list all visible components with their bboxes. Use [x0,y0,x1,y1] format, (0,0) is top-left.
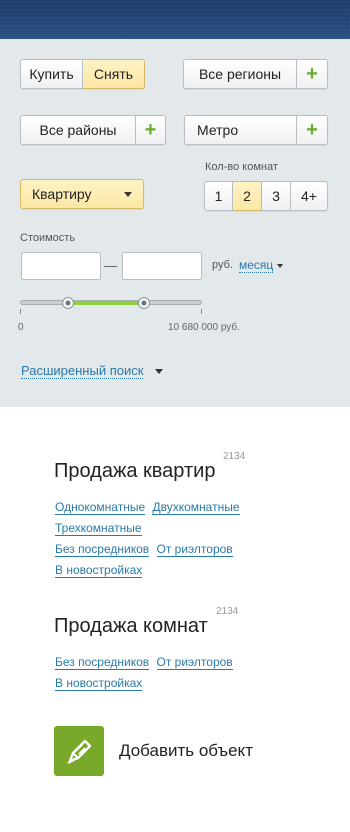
price-to-input[interactable] [122,252,202,280]
price-label: Стоимость [20,232,76,244]
plus-icon: + [306,119,318,141]
advanced-search-toggle[interactable]: Расширенный поиск [21,363,164,379]
sale-rooms-title: Продажа комнат [54,615,208,637]
advanced-search-label: Расширенный поиск [21,363,144,379]
link-from-realtors[interactable]: От риэлторов [156,655,233,670]
rent-button[interactable]: Снять [83,59,145,89]
plus-icon: + [144,119,157,141]
chevron-down-icon [155,368,164,374]
add-object-label[interactable]: Добавить объект [119,741,253,761]
price-from-input[interactable] [21,252,101,280]
metro-label: Метро [197,122,239,138]
property-type-label: Квартиру [32,186,92,202]
rooms-option-label: 3 [272,188,280,204]
rooms-option-1[interactable]: 1 [204,181,233,211]
price-range-dash: — [104,258,117,273]
buy-label: Купить [29,66,74,82]
rent-label: Снять [93,66,134,82]
add-region-button[interactable]: + [297,59,328,89]
price-slider-max-handle[interactable] [138,297,150,309]
period-select[interactable]: месяц [239,258,284,273]
link-no-agents[interactable]: Без посредников [55,655,150,670]
link-two-room[interactable]: Двухкомнатные [152,500,240,515]
top-header-strip [0,0,350,39]
buy-button[interactable]: Купить [20,59,83,89]
rooms-option-4plus[interactable]: 4+ [291,181,328,211]
property-type-select[interactable]: Квартиру [20,179,144,209]
link-one-room[interactable]: Однокомнатные [55,500,146,515]
chevron-down-icon [124,191,132,197]
period-label: месяц [239,258,274,273]
price-slider-min-handle[interactable] [62,297,74,309]
add-district-button[interactable]: + [136,115,166,145]
add-object-button[interactable] [54,726,104,776]
pencil-icon [67,739,92,764]
slider-tick-min [20,309,21,314]
link-new-buildings[interactable]: В новостройках [55,563,143,578]
plus-icon: + [306,63,318,85]
currency-label: руб. [212,259,233,271]
sale-flats-count: 2134 [223,451,246,462]
link-from-realtors[interactable]: От риэлторов [156,542,233,557]
sale-flats-links: Однокомнатные Двухкомнатные Трехкомнатны… [55,497,285,581]
link-no-agents[interactable]: Без посредников [55,542,150,557]
sale-rooms-count: 2134 [216,606,239,617]
search-filters-panel [0,39,350,407]
link-three-room[interactable]: Трехкомнатные [55,521,142,536]
sale-flats-title: Продажа квартир [54,460,216,482]
rooms-option-label: 1 [214,188,223,204]
region-select[interactable]: Все регионы [183,59,297,89]
price-min-label: 0 [18,322,24,333]
price-max-label: 10 680 000 руб. [168,322,240,333]
sale-rooms-links: Без посредников От риэлторов В новострой… [55,652,285,694]
slider-tick-max [201,309,202,314]
rooms-option-2[interactable]: 2 [233,181,262,211]
rooms-option-label: 4+ [301,188,317,204]
district-label: Все районы [39,122,117,138]
rooms-option-3[interactable]: 3 [262,181,291,211]
rooms-label: Кол-во комнат [205,161,278,173]
region-label: Все регионы [198,66,282,82]
metro-select[interactable]: Метро [184,115,297,145]
add-metro-button[interactable]: + [297,115,328,145]
chevron-down-icon [277,263,284,268]
district-select[interactable]: Все районы [20,115,136,145]
link-new-buildings[interactable]: В новостройках [55,676,143,691]
price-slider-range [67,301,144,305]
rooms-option-label: 2 [243,188,251,204]
